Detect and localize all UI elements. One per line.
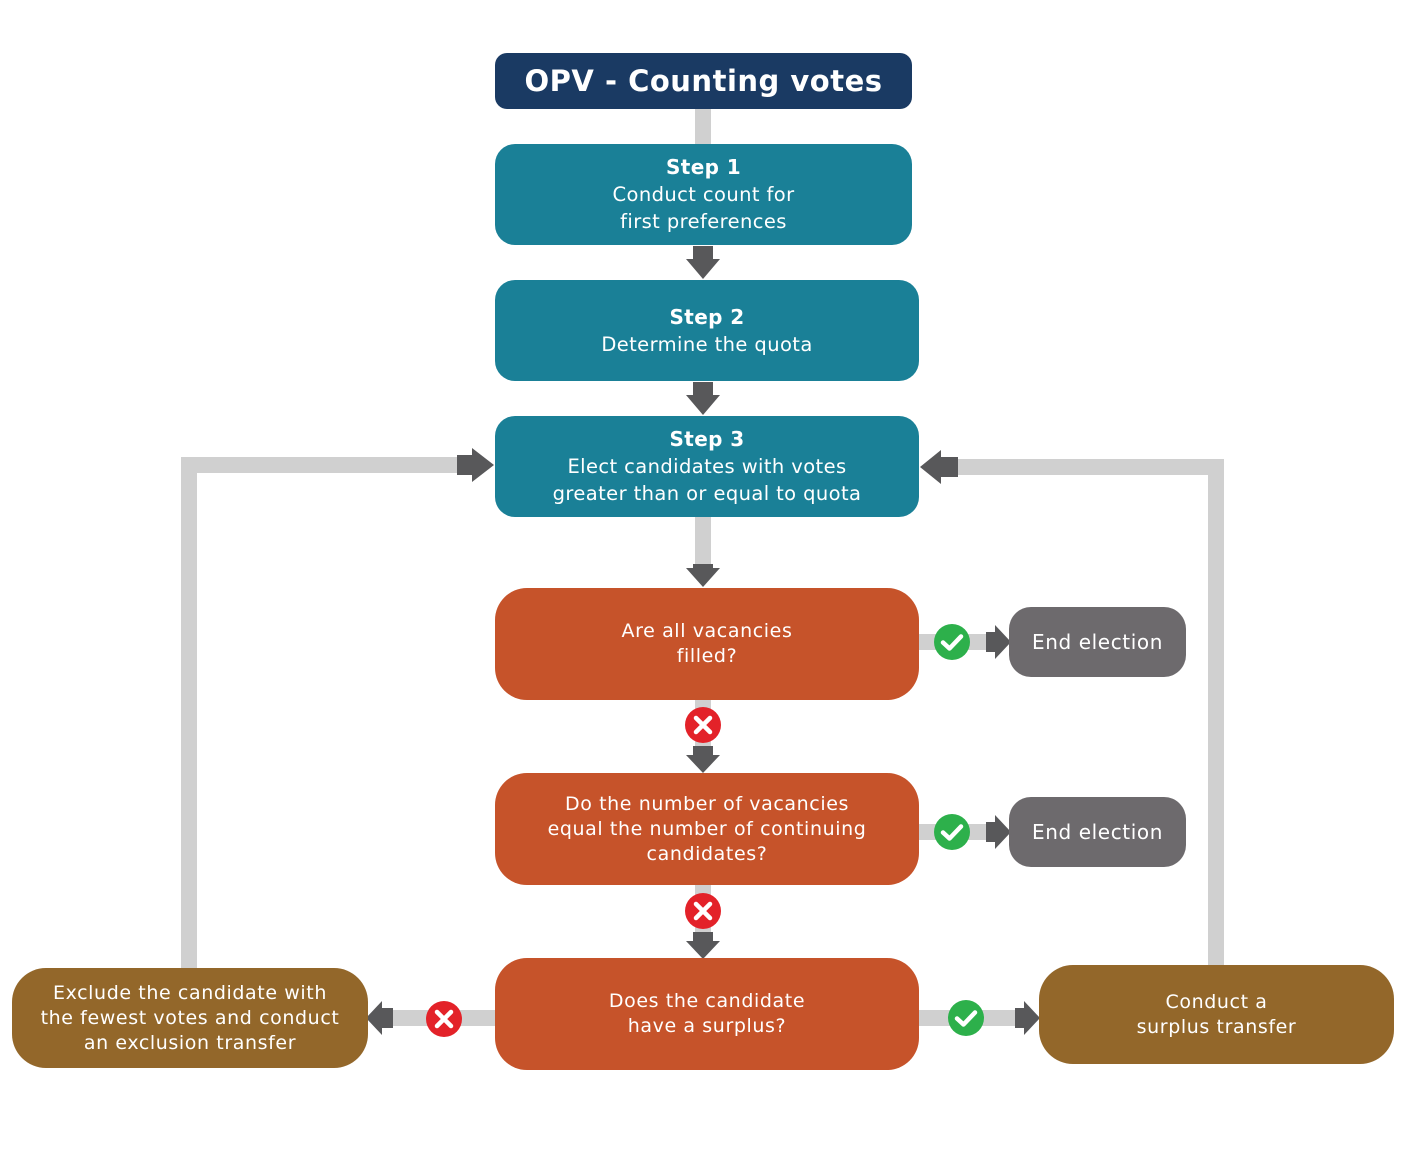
loop-right-horizontal bbox=[956, 459, 1224, 475]
decision-candidate-surplus: Does the candidate have a surplus? bbox=[495, 958, 919, 1070]
flowchart-title: OPV - Counting votes bbox=[495, 53, 912, 109]
step-heading: Step 2 bbox=[669, 304, 745, 329]
check-circle-icon bbox=[934, 624, 970, 660]
connector-step3-decision1 bbox=[695, 516, 711, 566]
decision-text-line: filled? bbox=[676, 645, 738, 667]
action-text-line: Conduct a bbox=[1165, 990, 1268, 1013]
decision-text-line: candidates? bbox=[646, 842, 768, 865]
x-circle-icon bbox=[685, 707, 721, 743]
x-circle-icon bbox=[685, 893, 721, 929]
check-circle-icon bbox=[948, 1000, 984, 1036]
step-text-line: Elect candidates with votes bbox=[567, 455, 847, 478]
surplus-transfer-box: Conduct a surplus transfer bbox=[1039, 965, 1394, 1064]
decision-vacancies-filled: Are all vacancies filled? bbox=[495, 588, 919, 700]
decision-text-line: Are all vacancies bbox=[621, 620, 793, 642]
decision-text-line: Does the candidate bbox=[608, 990, 806, 1012]
decision-text-line: have a surplus? bbox=[627, 1015, 787, 1037]
decision-text-line: equal the number of continuing bbox=[547, 817, 867, 840]
decision-text-line: Do the number of vacancies bbox=[565, 792, 849, 815]
action-text-line: an exclusion transfer bbox=[83, 1031, 297, 1054]
decision-vacancies-equal-candidates: Do the number of vacancies equal the num… bbox=[495, 773, 919, 885]
step-heading: Step 1 bbox=[665, 155, 742, 179]
end-label: End election bbox=[1031, 630, 1164, 654]
step-2-box: Step 2 Determine the quota bbox=[495, 280, 919, 381]
end-election-2: End election bbox=[1009, 797, 1186, 867]
action-text-line: surplus transfer bbox=[1136, 1015, 1297, 1038]
x-circle-icon bbox=[426, 1001, 462, 1037]
loop-right-vertical bbox=[1208, 459, 1224, 967]
loop-left-vertical bbox=[181, 457, 197, 969]
end-label: End election bbox=[1031, 820, 1164, 844]
step-text-line: greater than or equal to quota bbox=[552, 482, 862, 505]
title-text: OPV - Counting votes bbox=[524, 64, 883, 98]
step-text-line: Conduct count for bbox=[612, 183, 795, 206]
exclusion-transfer-box: Exclude the candidate with the fewest vo… bbox=[12, 968, 368, 1068]
loop-left-horizontal bbox=[181, 457, 457, 473]
action-text-line: the fewest votes and conduct bbox=[40, 1006, 340, 1029]
connector-title-step1 bbox=[695, 108, 711, 146]
check-circle-icon bbox=[934, 814, 970, 850]
action-text-line: Exclude the candidate with bbox=[53, 981, 327, 1004]
step-text-line: first preferences bbox=[620, 210, 787, 233]
step-text-line: Determine the quota bbox=[601, 332, 813, 356]
step-3-box: Step 3 Elect candidates with votes great… bbox=[495, 416, 919, 517]
step-1-box: Step 1 Conduct count for first preferenc… bbox=[495, 144, 912, 245]
step-heading: Step 3 bbox=[669, 427, 745, 451]
end-election-1: End election bbox=[1009, 607, 1186, 677]
